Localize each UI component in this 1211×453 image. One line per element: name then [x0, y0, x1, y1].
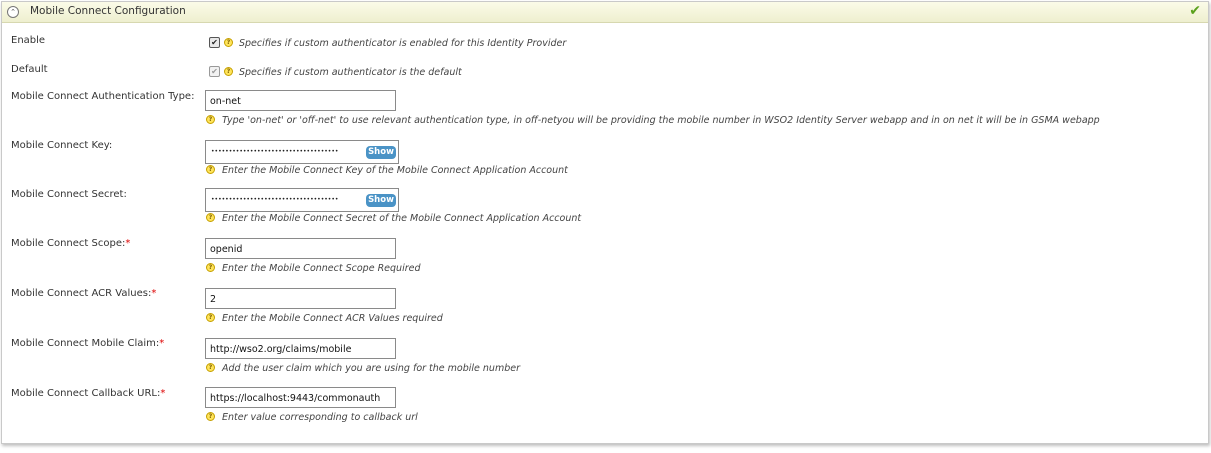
help-icon: ?	[224, 67, 233, 76]
help-icon: ?	[206, 313, 215, 322]
help-icon: ?	[206, 412, 215, 421]
secret-password-input[interactable]: •••••••••••••••••••••••••••••••••••• Sho…	[205, 188, 399, 212]
acr-input[interactable]: 2	[205, 288, 396, 309]
scope-hint: Enter the Mobile Connect Scope Required	[222, 263, 421, 274]
panel-title: Mobile Connect Configuration	[30, 5, 186, 17]
default-hint: Specifies if custom authenticator is the…	[239, 67, 462, 78]
scope-label: Mobile Connect Scope:*	[11, 238, 131, 249]
default-checkbox: ✔	[209, 66, 220, 77]
key-masked-value: ••••••••••••••••••••••••••••••••••••	[211, 148, 339, 155]
default-label: Default	[11, 64, 48, 75]
check-icon: ✔	[1189, 3, 1201, 19]
enable-hint: Specifies if custom authenticator is ena…	[239, 38, 567, 49]
acr-hint: Enter the Mobile Connect ACR Values requ…	[222, 313, 443, 324]
callback-url-hint: Enter value corresponding to callback ur…	[222, 412, 418, 423]
auth-type-hint: Type 'on-net' or 'off-net' to use releva…	[222, 115, 1100, 126]
scope-input[interactable]: openid	[205, 238, 396, 259]
secret-label: Mobile Connect Secret:	[11, 189, 127, 200]
help-icon: ?	[206, 363, 215, 372]
required-mark: *	[159, 338, 165, 349]
key-hint: Enter the Mobile Connect Key of the Mobi…	[222, 165, 568, 176]
auth-type-input[interactable]: on-net	[205, 90, 396, 111]
required-mark: *	[160, 388, 166, 399]
secret-show-button[interactable]: Show	[366, 194, 396, 207]
secret-hint: Enter the Mobile Connect Secret of the M…	[222, 213, 582, 224]
help-icon: ?	[206, 165, 215, 174]
required-mark: *	[151, 288, 157, 299]
help-icon: ?	[206, 263, 215, 272]
callback-url-input[interactable]: https://localhost:9443/commonauth	[205, 387, 396, 408]
help-icon: ?	[206, 213, 215, 222]
help-icon: ?	[224, 38, 233, 47]
enable-label: Enable	[11, 35, 46, 46]
key-password-input[interactable]: •••••••••••••••••••••••••••••••••••• Sho…	[205, 140, 399, 164]
mobile-claim-hint: Add the user claim which you are using f…	[222, 363, 520, 374]
mobile-connect-config-panel: ⌃ Mobile Connect Configuration ✔ Enable …	[1, 1, 1209, 444]
enable-checkbox[interactable]: ✔	[209, 37, 220, 48]
mobile-claim-label: Mobile Connect Mobile Claim:*	[11, 338, 165, 349]
key-label: Mobile Connect Key:	[11, 140, 113, 151]
acr-label: Mobile Connect ACR Values:*	[11, 288, 157, 299]
callback-url-label: Mobile Connect Callback URL:*	[11, 388, 166, 399]
required-mark: *	[125, 238, 131, 249]
help-icon: ?	[206, 115, 215, 124]
auth-type-label: Mobile Connect Authentication Type:	[11, 91, 195, 102]
panel-header[interactable]: ⌃ Mobile Connect Configuration ✔	[2, 2, 1208, 23]
collapse-circle-icon[interactable]: ⌃	[7, 6, 19, 18]
secret-masked-value: ••••••••••••••••••••••••••••••••••••	[211, 196, 339, 203]
key-show-button[interactable]: Show	[366, 146, 396, 159]
mobile-claim-input[interactable]: http://wso2.org/claims/mobile	[205, 338, 396, 359]
